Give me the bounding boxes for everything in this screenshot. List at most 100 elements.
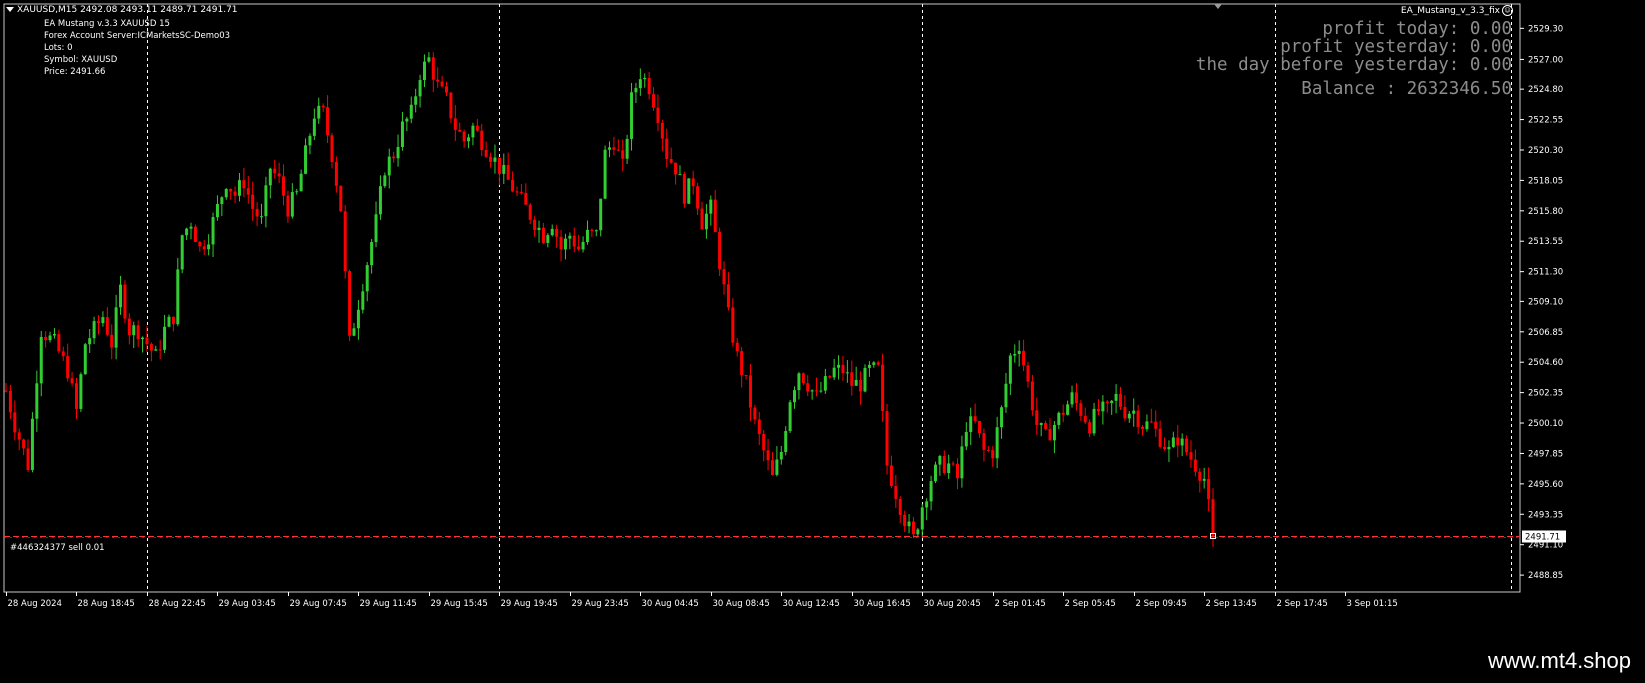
bull-candle [101, 317, 105, 324]
bull-candle [1092, 408, 1096, 434]
bear-candle [330, 135, 334, 162]
bull-candle [832, 367, 836, 378]
bear-candle [656, 107, 660, 123]
bear-candle [511, 179, 515, 192]
bear-candle [889, 465, 893, 487]
bear-candle [136, 325, 140, 340]
bull-candle [114, 307, 118, 348]
price-axis[interactable]: 2529.30 2527.00 2524.80 2522.55 2520.30 2518.… [1520, 24, 1566, 581]
bear-candle [158, 349, 162, 351]
bull-candle [39, 336, 43, 384]
order-line-layer[interactable] [4, 533, 1520, 539]
bear-candle [440, 81, 444, 87]
bear-candle [1035, 410, 1039, 425]
lots-line: Lots: 0 [44, 43, 73, 53]
bull-candle [30, 418, 34, 470]
bull-candle [709, 199, 713, 214]
bear-candle [334, 161, 338, 186]
bull-candle [88, 338, 92, 345]
bear-candle [973, 416, 977, 422]
bear-candle [828, 376, 832, 378]
bear-candle [44, 336, 48, 341]
bear-candle [762, 434, 766, 451]
bull-candle [299, 173, 303, 192]
smiley-icon[interactable]: ☺ [1502, 5, 1513, 16]
bear-candle [806, 383, 810, 392]
profit-yesterday: profit yesterday: 0.00 [1280, 37, 1512, 57]
time-tick-label: 30 Aug 12:45 [783, 599, 840, 609]
bear-candle [815, 390, 819, 392]
bear-candle [97, 321, 101, 324]
bear-candle [533, 219, 537, 231]
bear-candle [26, 448, 30, 470]
bull-candle [863, 367, 867, 392]
bear-candle [647, 77, 651, 95]
bull-candle [594, 230, 598, 232]
bear-candle [978, 421, 982, 434]
price-tick-label: 2527.00 [1528, 55, 1563, 65]
bull-candle [215, 204, 219, 218]
bull-candle [916, 529, 920, 535]
bear-candle [286, 195, 290, 217]
time-tick-label: 29 Aug 07:45 [290, 599, 347, 609]
scroll-marker-icon[interactable] [1214, 4, 1222, 9]
bear-candle [1158, 428, 1162, 447]
bear-candle [392, 156, 396, 159]
bear-candle [735, 342, 739, 352]
bull-candle [630, 92, 634, 139]
bull-candle [52, 334, 56, 336]
bear-candle [1079, 403, 1083, 416]
bull-candle [427, 57, 431, 62]
bull-candle [224, 188, 228, 198]
bear-candle [1185, 438, 1189, 453]
bear-candle [110, 334, 114, 348]
bull-candle [1127, 413, 1131, 419]
bear-candle [731, 307, 735, 343]
bull-candle [687, 178, 691, 204]
bull-candle [422, 61, 426, 81]
bear-candle [859, 379, 863, 392]
bull-candle [409, 104, 413, 119]
time-tick-label: 29 Aug 03:45 [219, 599, 276, 609]
bear-candle [986, 449, 990, 451]
chart-window[interactable]: 2529.30 2527.00 2524.80 2522.55 2520.30 2518.… [0, 0, 1645, 643]
bull-candle [312, 118, 316, 136]
bear-candle [942, 455, 946, 474]
bull-candle [141, 337, 145, 340]
order-label[interactable]: #446324377 sell 0.01 [10, 543, 105, 553]
bear-candle [1026, 365, 1030, 382]
bear-candle [343, 211, 347, 272]
bull-candle [467, 137, 471, 142]
time-tick-label: 29 Aug 15:45 [431, 599, 488, 609]
price-tick-label: 2524.80 [1528, 85, 1563, 95]
bull-candle [264, 185, 268, 217]
bear-candle [621, 150, 625, 159]
bull-candle [176, 269, 180, 325]
bull-candle [1004, 383, 1008, 408]
bull-candle [268, 168, 272, 186]
bear-candle [17, 432, 21, 440]
bull-candle [678, 174, 682, 176]
bear-candle [484, 149, 488, 157]
bull-candle [493, 157, 497, 162]
bull-candle [872, 362, 876, 365]
footer-bar [0, 643, 1645, 683]
price-tick-label: 2488.85 [1528, 571, 1563, 581]
time-tick-label: 28 Aug 18:45 [78, 599, 135, 609]
bear-candle [1088, 422, 1092, 434]
bear-candle [1211, 499, 1215, 537]
bull-candle [634, 88, 638, 93]
bull-candle [92, 321, 96, 339]
bear-candle [1030, 381, 1034, 411]
bull-candle [1202, 478, 1206, 481]
expert-advisor-tag[interactable]: EA_Mustang_v_3.3_fix ☺ [1401, 5, 1513, 16]
bull-candle [837, 364, 841, 368]
bull-candle [35, 383, 39, 419]
bear-candle [577, 246, 581, 250]
balance: Balance : 2632346.50 [1301, 79, 1512, 99]
time-axis[interactable]: 28 Aug 2024 28 Aug 18:45 28 Aug 22:45 29 Au… [6, 4, 1398, 609]
bear-candle [242, 180, 246, 189]
bear-candle [1044, 422, 1048, 429]
ea-version-line: EA Mustang v.3.3 XAUUSD 15 [44, 19, 170, 29]
dropdown-triangle-icon[interactable] [6, 7, 14, 12]
